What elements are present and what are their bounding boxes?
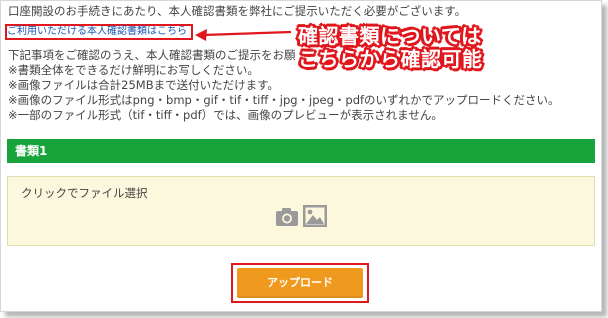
instruction-line: ※一部のファイル形式（tif・tiff・pdf）では、画像のプレビューが表示され… [8, 108, 443, 122]
screenshot-frame: 口座開設のお手続きにあたり、本人確認書類を弊社にご提示いただく必要がございます。… [0, 0, 602, 312]
section-header: 書類1 [7, 139, 595, 163]
annotation-callout: 確認書類については こちらから確認可能 [298, 25, 483, 71]
id-documents-link[interactable]: ご利用いただける本人確認書類はこちら [7, 26, 187, 38]
arrow-left-icon [195, 29, 292, 41]
callout-line-1: 確認書類については [298, 24, 482, 48]
instruction-line: ※画像ファイルは合計25MBまで送付いただけます。 [8, 78, 279, 92]
intro-text: 口座開設のお手続きにあたり、本人確認書類を弊社にご提示いただく必要がございます。 [8, 4, 467, 18]
instruction-line: ※画像のファイル形式はpng・bmp・gif・tif・tiff・jpg・jpeg… [8, 93, 560, 107]
camera-icon [276, 208, 298, 226]
callout-line-2: こちらから確認可能 [298, 47, 483, 71]
upload-button[interactable]: アップロード [237, 268, 363, 298]
dropzone-label: クリックでファイル選択 [21, 186, 148, 200]
instruction-line: ※書類全体をできるだけ鮮明にお写しください。 [8, 63, 259, 77]
file-dropzone[interactable]: クリックでファイル選択 [7, 176, 595, 246]
image-icon [303, 205, 327, 227]
instruction-line: 下記事項をご確認のうえ、本人確認書類のご提示をお願 [8, 48, 296, 62]
